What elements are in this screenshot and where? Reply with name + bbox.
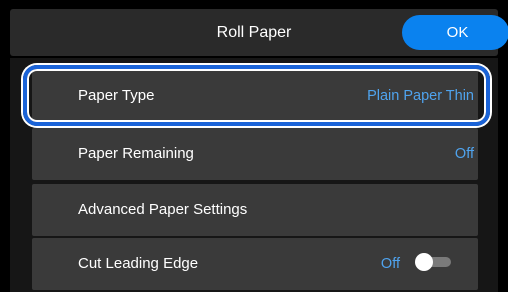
roll-paper-screen: Roll Paper OK Paper Type Plain Paper Thi… [0, 0, 508, 292]
header-bar: Roll Paper OK [10, 9, 508, 56]
paper-type-row[interactable]: Paper Type Plain Paper Thin [32, 70, 478, 122]
cut-leading-edge-label: Cut Leading Edge [78, 255, 199, 272]
paper-type-label: Paper Type [78, 87, 155, 104]
cut-leading-edge-toggle[interactable] [415, 253, 451, 271]
paper-remaining-label: Paper Remaining [78, 145, 194, 162]
advanced-paper-settings-label: Advanced Paper Settings [78, 201, 248, 218]
paper-type-value: Plain Paper Thin [367, 88, 474, 104]
ok-button[interactable]: OK [402, 15, 508, 50]
cut-leading-edge-value: Off [380, 256, 400, 272]
cut-leading-edge-row[interactable]: Cut Leading Edge Off [32, 238, 478, 290]
paper-remaining-row[interactable]: Paper Remaining Off [32, 128, 478, 180]
paper-remaining-value: Off [454, 146, 474, 162]
advanced-paper-settings-row[interactable]: Advanced Paper Settings [32, 184, 478, 236]
toggle-knob [415, 253, 433, 271]
